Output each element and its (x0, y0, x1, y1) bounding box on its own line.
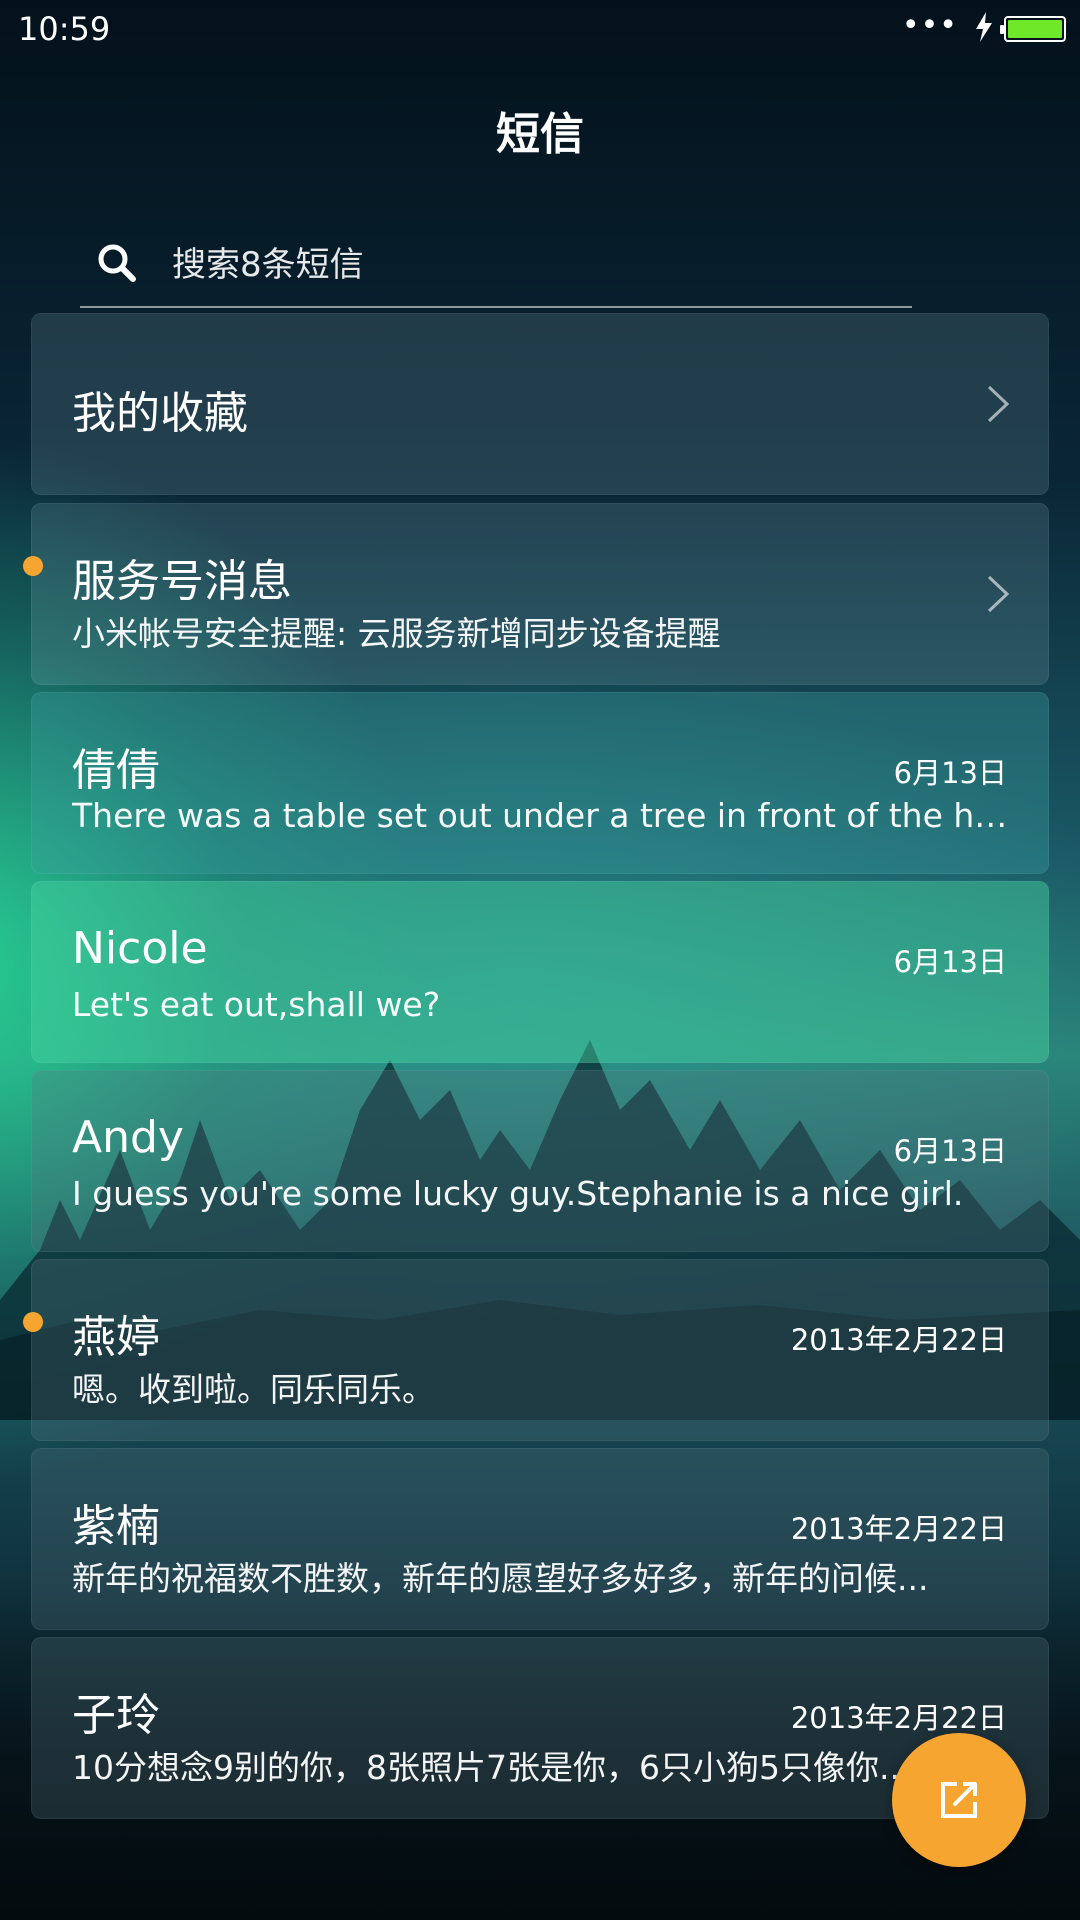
battery-icon (1000, 16, 1066, 42)
message-date: 2013年2月22日 (790, 1701, 1007, 1735)
message-preview: Let's eat out,shall we? (72, 985, 441, 1024)
service-title: 服务号消息 (72, 556, 292, 607)
compose-button[interactable] (892, 1733, 1026, 1867)
status-time: 10:59 (18, 10, 111, 48)
contact-name: 倩倩 (72, 745, 160, 796)
conversation-item[interactable]: 倩倩 6月13日 There was a table set out under… (31, 692, 1049, 874)
message-date: 2013年2月22日 (790, 1323, 1007, 1357)
search-input[interactable] (172, 240, 872, 290)
message-date: 6月13日 (893, 1134, 1007, 1168)
conversation-item[interactable]: 燕婷 2013年2月22日 嗯。收到啦。同乐同乐。 (23, 1259, 1049, 1441)
contact-name: 燕婷 (72, 1312, 160, 1363)
service-preview: 小米帐号安全提醒: 云服务新增同步设备提醒 (72, 614, 721, 653)
message-date: 2013年2月22日 (790, 1512, 1007, 1546)
message-preview: 新年的祝福数不胜数，新年的愿望好多好多，新年的问候... (72, 1559, 929, 1598)
compose-icon (941, 1782, 977, 1818)
search-bar[interactable] (80, 230, 912, 308)
message-preview: 嗯。收到啦。同乐同乐。 (72, 1370, 435, 1409)
message-preview: I guess you're some lucky guy.Stephanie … (72, 1174, 964, 1213)
signal-dots-icon: ••• (901, 8, 958, 43)
unread-indicator (23, 556, 43, 576)
message-date: 6月13日 (893, 945, 1007, 979)
message-preview: There was a table set out under a tree i… (72, 796, 1012, 835)
message-preview: 10分想念9别的你，8张照片7张是你，6只小狗5只像你... (72, 1748, 911, 1787)
favorites-label: 我的收藏 (72, 388, 248, 439)
message-date: 6月13日 (893, 756, 1007, 790)
battery-level (1008, 20, 1062, 38)
unread-indicator (23, 1312, 43, 1332)
conversation-item[interactable]: Andy 6月13日 I guess you're some lucky guy… (31, 1070, 1049, 1252)
contact-name: 紫楠 (72, 1501, 160, 1552)
status-bar: 10:59 ••• (0, 0, 1080, 62)
messages-screen: 10:59 ••• 短信 我的收藏 服务号消息 小米帐号安全提醒: 云服务新增同… (0, 0, 1080, 1920)
contact-name: 子玲 (72, 1690, 160, 1741)
chevron-right-icon (987, 385, 1010, 423)
conversation-item[interactable]: 紫楠 2013年2月22日 新年的祝福数不胜数，新年的愿望好多好多，新年的问候.… (31, 1448, 1049, 1630)
favorites-item[interactable]: 我的收藏 (31, 313, 1049, 495)
service-messages-item[interactable]: 服务号消息 小米帐号安全提醒: 云服务新增同步设备提醒 (23, 503, 1049, 685)
search-icon (98, 244, 136, 282)
contact-name: Nicole (72, 923, 208, 974)
conversation-item[interactable]: Nicole 6月13日 Let's eat out,shall we? (31, 881, 1049, 1063)
contact-name: Andy (72, 1112, 184, 1163)
page-title: 短信 (496, 109, 584, 160)
charging-bolt-icon (976, 12, 992, 42)
chevron-right-icon (987, 575, 1010, 613)
